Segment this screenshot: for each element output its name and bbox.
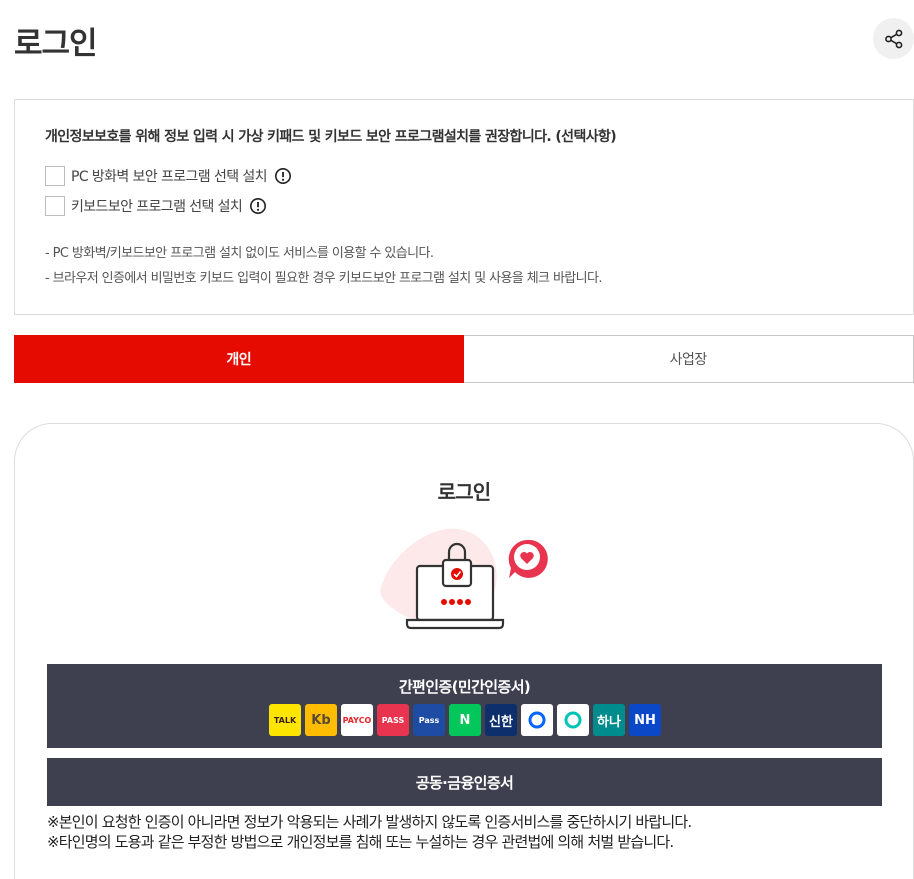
info-icon[interactable] <box>274 167 292 185</box>
shinhan-icon: 신한 <box>485 704 517 736</box>
naver-icon: N <box>449 704 481 736</box>
share-icon <box>884 29 902 48</box>
notice-bullet: 브라우저 인증에서 비밀번호 키보드 입력이 필요한 경우 키보드보안 프로그램… <box>45 266 603 291</box>
firewall-option: PC 방화벽 보안 프로그램 선택 설치 <box>45 166 292 186</box>
page-title: 로그인 <box>14 26 98 62</box>
warning-notices: ※본인이 요청한 인증이 아니라면 정보가 악용되는 사례가 발생하지 않도록 … <box>47 812 692 852</box>
security-notice-heading: 개인정보보호를 위해 정보 입력 시 가상 키패드 및 키보드 보안 프로그램설… <box>45 129 617 145</box>
login-card: 로그인 간편인증(민간인증서) TALK Kb PAYCO PASS Pass N 신한 하나… <box>14 423 914 879</box>
hana-icon: 하나 <box>593 704 625 736</box>
tab-business[interactable]: 사업장 <box>463 335 914 383</box>
keyboard-security-label: 키보드보안 프로그램 선택 설치 <box>71 199 243 215</box>
login-card-title: 로그인 <box>437 480 492 504</box>
user-type-tabs: 개인 사업장 <box>14 335 914 383</box>
notice-bullet: PC 방화벽/키보드보안 프로그램 설치 없이도 서비스를 이용할 수 있습니다… <box>45 241 602 266</box>
banksalad-icon <box>557 704 589 736</box>
warning-text: ※타인명의 도용과 같은 부정한 방법으로 개인정보를 침해 또는 누설하는 경… <box>47 833 674 851</box>
toss-icon <box>521 704 553 736</box>
share-button[interactable] <box>873 18 914 59</box>
nh-icon: NH <box>629 704 661 736</box>
simple-cert-button[interactable]: 간편인증(민간인증서) TALK Kb PAYCO PASS Pass N 신한 하나 NH <box>47 664 882 748</box>
firewall-checkbox[interactable] <box>45 166 65 186</box>
kakao-icon: TALK <box>269 704 301 736</box>
joint-cert-button[interactable]: 공동·금융인증서 <box>47 758 882 806</box>
pass-icon: PASS <box>377 704 409 736</box>
simple-cert-label: 간편인증(민간인증서) <box>398 678 531 696</box>
firewall-label: PC 방화벽 보안 프로그램 선택 설치 <box>71 169 268 185</box>
cert-provider-list: TALK Kb PAYCO PASS Pass N 신한 하나 NH <box>269 704 661 736</box>
keyboard-security-checkbox[interactable] <box>45 196 65 216</box>
samsung-pass-icon: Pass <box>413 704 445 736</box>
kb-icon: Kb <box>305 704 337 736</box>
payco-icon: PAYCO <box>341 704 373 736</box>
warning-text: ※본인이 요청한 인증이 아니라면 정보가 악용되는 사례가 발생하지 않도록 … <box>47 813 692 831</box>
notice-bullet-list: PC 방화벽/키보드보안 프로그램 설치 없이도 서비스를 이용할 수 있습니다… <box>45 241 603 291</box>
tab-personal[interactable]: 개인 <box>14 335 464 383</box>
keyboard-security-option: 키보드보안 프로그램 선택 설치 <box>45 196 267 216</box>
security-notice: 개인정보보호를 위해 정보 입력 시 가상 키패드 및 키보드 보안 프로그램설… <box>14 99 914 315</box>
secure-laptop-illustration <box>380 528 548 630</box>
info-icon[interactable] <box>249 197 267 215</box>
